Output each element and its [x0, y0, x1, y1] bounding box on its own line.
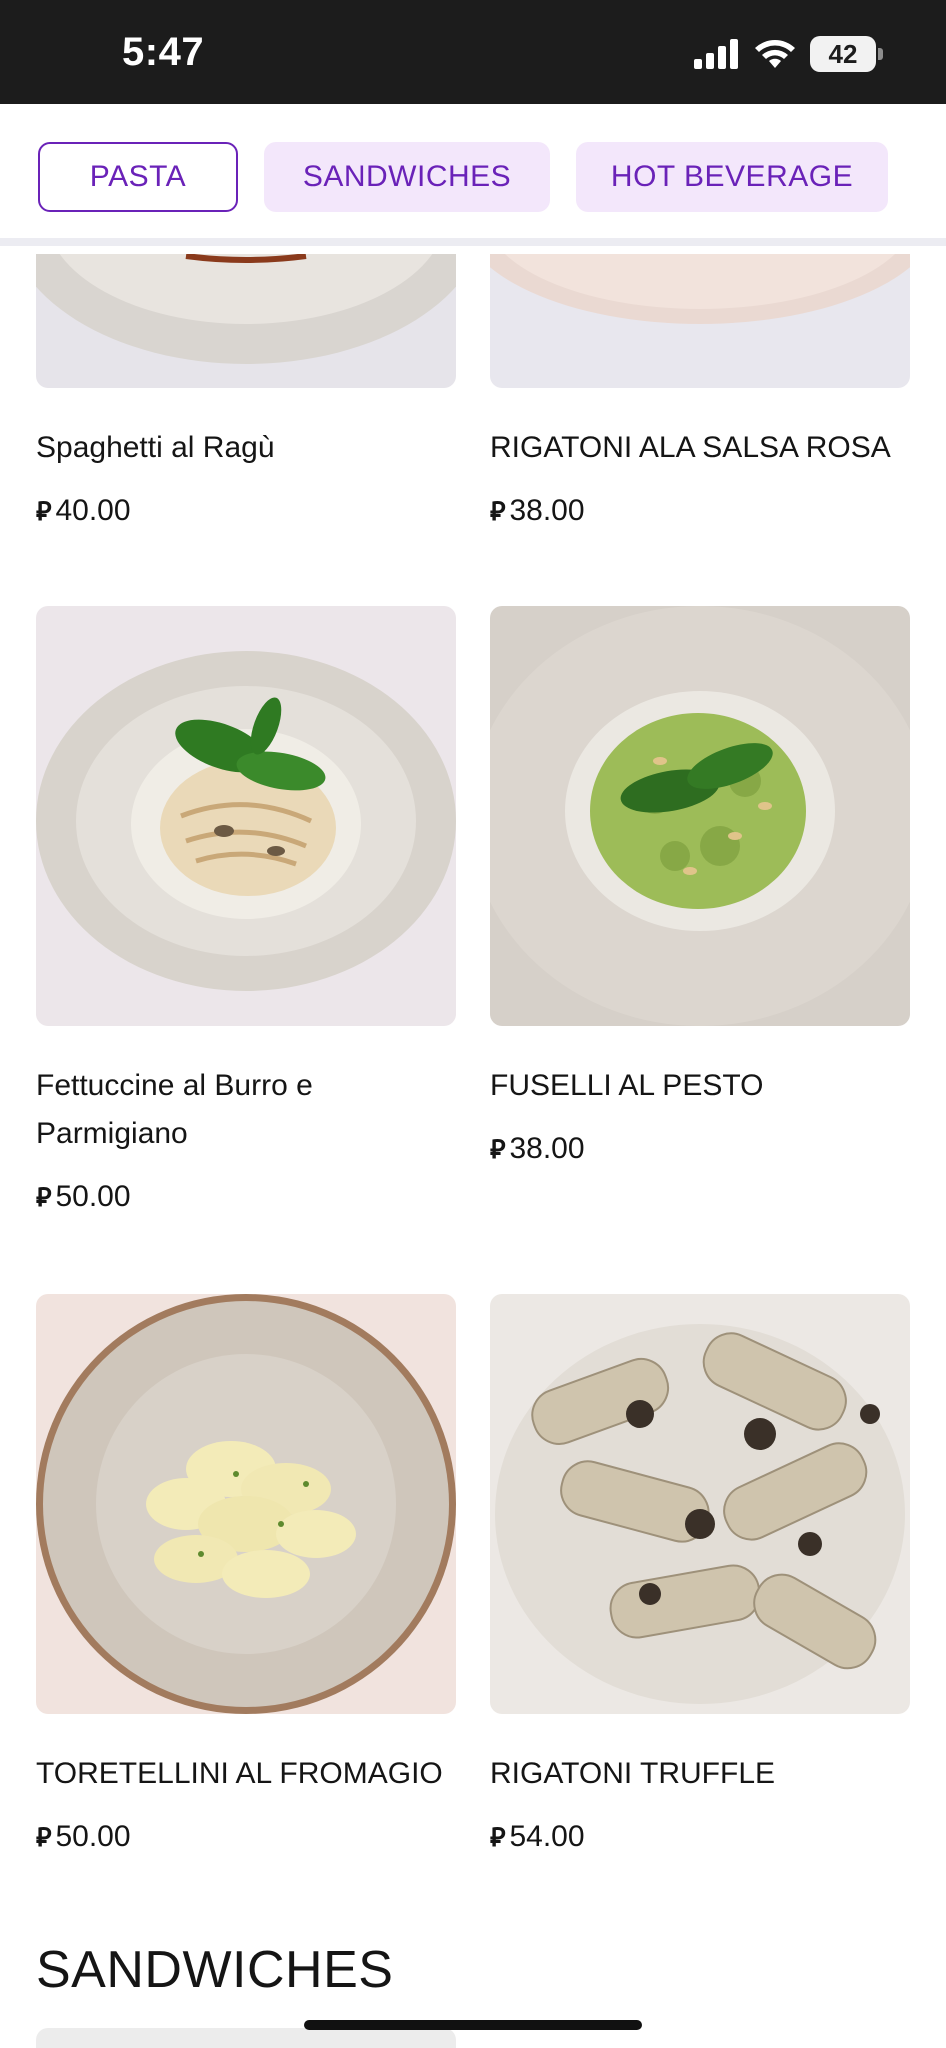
- food-image: [36, 606, 456, 1026]
- riyal-icon: ⃁: [36, 495, 52, 526]
- menu-item-price: ⃁ 40.00: [36, 494, 131, 527]
- home-indicator[interactable]: [304, 2020, 642, 2030]
- riyal-icon: ⃁: [490, 1133, 506, 1164]
- menu-item-name: Spaghetti al Ragù: [36, 431, 275, 464]
- food-image: [490, 254, 910, 388]
- category-tabs: PASTA SANDWICHES HOT BEVERAGE: [0, 104, 946, 246]
- menu-item-card-partial[interactable]: [36, 2028, 456, 2048]
- battery-indicator: 42: [810, 36, 883, 72]
- status-icons: 42: [694, 36, 883, 72]
- riyal-icon: ⃁: [36, 1821, 52, 1852]
- menu-item-name: TORETELLINI AL FROMAGIO: [36, 1757, 443, 1790]
- menu-item-price: ⃁ 38.00: [490, 1132, 585, 1165]
- menu-item-name: RIGATONI TRUFFLE: [490, 1757, 776, 1790]
- food-image: [490, 606, 910, 1026]
- menu-item-name: Fettuccine al Burro e Parmigiano: [36, 1069, 313, 1150]
- tab-pasta[interactable]: PASTA: [38, 142, 238, 212]
- menu-item-price: ⃁ 50.00: [36, 1820, 131, 1853]
- menu-item-price: ⃁ 54.00: [490, 1820, 585, 1853]
- food-image: [490, 1294, 910, 1714]
- riyal-icon: ⃁: [36, 1181, 52, 1212]
- status-bar: 5:47 42: [0, 0, 946, 104]
- menu-item-price: ⃁ 38.00: [490, 494, 585, 527]
- food-image: [36, 254, 456, 388]
- menu-item-price: ⃁ 50.00: [36, 1180, 131, 1213]
- tab-hot-beverage[interactable]: HOT BEVERAGE: [576, 142, 888, 212]
- section-title-sandwiches: SANDWICHES: [36, 1941, 394, 1999]
- tab-sandwiches[interactable]: SANDWICHES: [264, 142, 550, 212]
- riyal-icon: ⃁: [490, 1821, 506, 1852]
- wifi-icon: [755, 40, 795, 68]
- menu-item-name: FUSELLI AL PESTO: [490, 1069, 764, 1102]
- cellular-signal-icon: [694, 39, 738, 69]
- menu-item-name: RIGATONI ALA SALSA ROSA: [490, 431, 891, 464]
- riyal-icon: ⃁: [490, 495, 506, 526]
- food-image: [36, 1294, 456, 1714]
- status-time: 5:47: [122, 30, 205, 74]
